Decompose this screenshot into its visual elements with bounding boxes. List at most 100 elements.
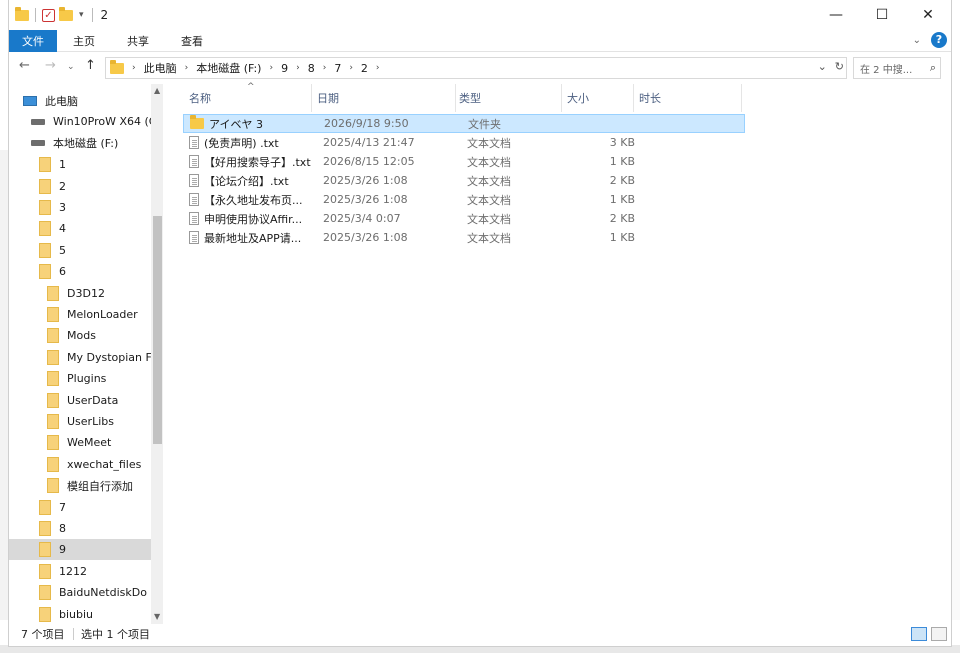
breadcrumb-9[interactable]: 9 <box>275 62 294 75</box>
tab-share[interactable]: 共享 <box>111 33 165 49</box>
file-row[interactable]: (免责声明) .txt 2025/4/13 21:47 文本文档 3 KB <box>183 133 745 152</box>
new-folder-icon[interactable] <box>59 6 73 21</box>
breadcrumb-separator-icon[interactable]: › <box>130 63 138 73</box>
window-controls: — ☐ ✕ <box>813 0 951 30</box>
title-bar: ✓ ▾ 2 — ☐ ✕ <box>9 0 951 30</box>
help-icon[interactable]: ? <box>931 32 947 48</box>
tree-item[interactable]: Mods <box>47 325 96 346</box>
search-input[interactable]: 在 2 中搜... ⌕ <box>853 57 941 79</box>
tree-item-label: Plugins <box>67 372 107 386</box>
tree-item[interactable]: BaiduNetdiskDo <box>39 582 147 603</box>
tree-item[interactable]: 8 <box>39 518 66 539</box>
column-header-name[interactable]: 名称 <box>183 88 311 108</box>
tree-item-label: 6 <box>59 265 66 279</box>
folder-icon <box>47 307 59 322</box>
tree-item[interactable]: biubiu <box>39 604 93 624</box>
column-divider[interactable] <box>455 84 456 112</box>
close-button[interactable]: ✕ <box>905 0 951 30</box>
tree-item[interactable]: 6 <box>39 261 66 282</box>
scroll-up-arrow-icon[interactable]: ▲ <box>154 86 160 95</box>
tree-item[interactable]: 4 <box>39 218 66 239</box>
scroll-down-arrow-icon[interactable]: ▼ <box>154 612 160 621</box>
up-arrow-icon[interactable]: ↑ <box>85 58 96 73</box>
breadcrumb: › 此电脑 › 本地磁盘 (F:) › 9 › 8 › 7 › 2 › <box>130 60 382 76</box>
column-divider[interactable] <box>741 84 742 112</box>
tree-item[interactable]: 3 <box>39 197 66 218</box>
file-row[interactable]: 【论坛介绍】.txt 2025/3/26 1:08 文本文档 2 KB <box>183 171 745 190</box>
breadcrumb-this-pc[interactable]: 此电脑 <box>138 60 183 76</box>
tree-item[interactable]: 5 <box>39 240 66 261</box>
folder-icon <box>110 59 124 74</box>
address-bar[interactable]: › 此电脑 › 本地磁盘 (F:) › 9 › 8 › 7 › 2 › ⌄ ↻ <box>105 57 847 79</box>
column-header-length[interactable]: 时长 <box>639 88 739 108</box>
breadcrumb-7[interactable]: 7 <box>328 62 347 75</box>
file-row[interactable]: 最新地址及APP请... 2025/3/26 1:08 文本文档 1 KB <box>183 228 745 247</box>
folder-icon <box>15 6 29 21</box>
column-header-size[interactable]: 大小 <box>567 88 633 108</box>
recent-locations-chevron-icon[interactable]: ⌄ <box>67 62 75 72</box>
breadcrumb-separator-icon[interactable]: › <box>267 63 275 73</box>
file-type: 文本文档 <box>467 212 511 226</box>
forward-arrow-icon[interactable]: → <box>45 58 56 73</box>
tree-item[interactable]: WeMeet <box>47 432 111 453</box>
breadcrumb-8[interactable]: 8 <box>302 62 321 75</box>
column-divider[interactable] <box>633 84 634 112</box>
breadcrumb-2[interactable]: 2 <box>355 62 374 75</box>
folder-icon <box>47 435 59 451</box>
desktop-left-edge <box>0 150 8 620</box>
scrollbar-thumb[interactable] <box>153 216 162 444</box>
tab-home[interactable]: 主页 <box>57 33 111 49</box>
file-row[interactable]: 【好用搜索导子】.txt 2026/8/15 12:05 文本文档 1 KB <box>183 152 745 171</box>
tab-file[interactable]: 文件 <box>9 29 57 52</box>
tree-item[interactable]: D3D12 <box>47 283 105 304</box>
column-header-type[interactable]: 类型 <box>459 88 559 108</box>
tree-item[interactable]: xwechat_files <box>47 454 141 475</box>
maximize-button[interactable]: ☐ <box>859 0 905 30</box>
search-icon[interactable]: ⌕ <box>930 61 936 75</box>
properties-icon[interactable]: ✓ <box>42 8 55 22</box>
column-divider[interactable] <box>561 84 562 112</box>
file-date: 2025/3/26 1:08 <box>323 231 408 244</box>
breadcrumb-separator-icon[interactable]: › <box>183 63 191 73</box>
breadcrumb-drive-f[interactable]: 本地磁盘 (F:) <box>190 60 267 76</box>
tree-item[interactable]: 9 <box>9 539 151 561</box>
refresh-icon[interactable]: ↻ <box>835 60 844 73</box>
file-row[interactable]: アイベヤ 3 2026/9/18 9:50 文件夹 <box>183 114 745 133</box>
file-row[interactable]: 申明使用协议Affir... 2025/3/4 0:07 文本文档 2 KB <box>183 209 745 228</box>
tree-item-label: 1 <box>59 158 66 172</box>
tree-item[interactable]: 本地磁盘 (F:) <box>31 133 118 154</box>
tree-item[interactable]: UserData <box>47 390 118 411</box>
address-dropdown-chevron-icon[interactable]: ⌄ <box>818 60 827 73</box>
text-file-icon <box>189 155 199 168</box>
tree-item[interactable]: My Dystopian F <box>47 347 152 368</box>
tree-item[interactable]: 1 <box>39 154 66 175</box>
tree-item[interactable]: UserLibs <box>47 411 114 432</box>
tree-item[interactable]: 1212 <box>39 561 87 582</box>
details-view-icon[interactable] <box>911 627 927 641</box>
breadcrumb-separator-icon[interactable]: › <box>321 63 329 73</box>
tree-item[interactable]: MelonLoader <box>47 304 138 325</box>
tree-item[interactable]: 此电脑 <box>23 90 78 111</box>
tree-item[interactable]: 模组自行添加 <box>47 475 133 496</box>
tree-item[interactable]: Win10ProW X64 (C <box>31 111 157 132</box>
text-file-icon <box>189 212 199 225</box>
tab-view[interactable]: 查看 <box>165 33 219 49</box>
computer-icon <box>23 95 37 106</box>
breadcrumb-separator-icon[interactable]: › <box>347 63 355 73</box>
drive-icon <box>31 118 45 125</box>
large-icons-view-icon[interactable] <box>931 627 947 641</box>
column-header-date[interactable]: 日期 <box>317 88 455 108</box>
tree-item[interactable]: 2 <box>39 176 66 197</box>
breadcrumb-separator-icon[interactable]: › <box>374 63 382 73</box>
minimize-button[interactable]: — <box>813 0 859 30</box>
customize-toolbar-chevron-icon[interactable]: ▾ <box>79 10 84 20</box>
file-name: 申明使用协议Affir... <box>204 212 303 226</box>
tree-item[interactable]: 7 <box>39 497 66 518</box>
expand-ribbon-chevron-icon[interactable]: ⌄ <box>913 35 921 46</box>
file-row[interactable]: 【永久地址发布页... 2025/3/26 1:08 文本文档 1 KB <box>183 190 745 209</box>
tree-item[interactable]: Plugins <box>47 368 106 389</box>
column-divider[interactable] <box>311 84 312 112</box>
tree-item-label: BaiduNetdiskDo <box>59 586 147 600</box>
back-arrow-icon[interactable]: ← <box>19 58 30 73</box>
breadcrumb-separator-icon[interactable]: › <box>294 63 302 73</box>
